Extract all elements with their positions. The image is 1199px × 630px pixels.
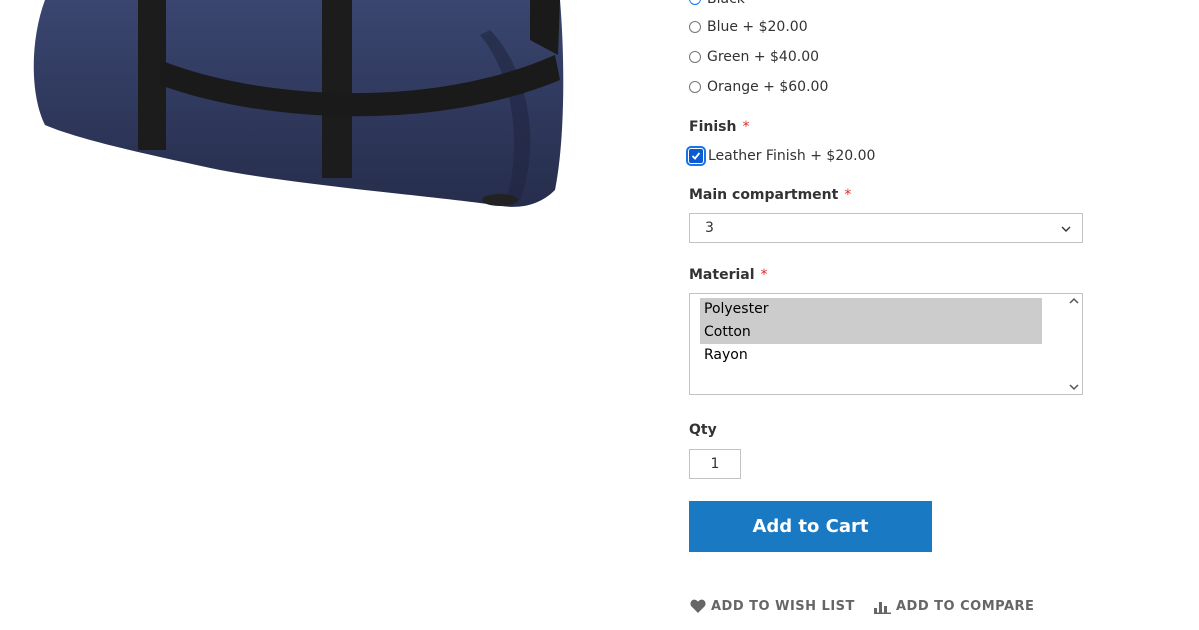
color-option-orange[interactable]: Orange + $60.00 <box>689 78 828 96</box>
radio-button[interactable] <box>689 0 701 5</box>
main-compartment-label-text: Main compartment <box>689 187 839 203</box>
chevron-down-icon <box>1061 226 1071 232</box>
main-compartment-select[interactable]: 3 <box>689 213 1083 243</box>
finish-option-leather[interactable]: Leather Finish + $20.00 <box>686 146 876 166</box>
radio-button[interactable] <box>689 81 701 93</box>
color-option-green[interactable]: Green + $40.00 <box>689 48 819 66</box>
add-to-wishlist-link[interactable]: ADD TO WISH LIST <box>690 599 855 614</box>
material-multiselect[interactable]: Polyester Cotton Rayon <box>689 293 1083 395</box>
required-mark: * <box>844 187 852 203</box>
color-option-label: Orange + $60.00 <box>707 79 829 95</box>
finish-label-text: Finish <box>689 119 737 135</box>
required-mark: * <box>760 267 768 283</box>
color-option-label: Green + $40.00 <box>707 49 820 65</box>
material-label: Material * <box>689 267 768 283</box>
color-option-black[interactable]: Black <box>689 0 745 8</box>
scroll-up-icon[interactable] <box>1069 296 1079 306</box>
radio-button[interactable] <box>689 21 701 33</box>
compare-chart-icon <box>874 601 891 614</box>
checkmark-icon <box>691 152 701 160</box>
material-option-cotton[interactable]: Cotton <box>700 321 1042 344</box>
qty-label: Qty <box>689 422 717 438</box>
compare-label: ADD TO COMPARE <box>896 599 1035 614</box>
finish-label: Finish * <box>689 119 749 135</box>
material-label-text: Material <box>689 267 755 283</box>
main-compartment-label: Main compartment * <box>689 187 851 203</box>
material-scrollbar[interactable] <box>1066 294 1082 394</box>
color-option-blue[interactable]: Blue + $20.00 <box>689 18 808 36</box>
color-option-label: Black <box>707 0 745 8</box>
product-image <box>33 0 564 207</box>
required-mark: * <box>742 119 750 135</box>
scroll-down-icon[interactable] <box>1069 382 1079 392</box>
qty-input[interactable]: 1 <box>689 449 741 479</box>
wishlist-label: ADD TO WISH LIST <box>711 599 855 614</box>
finish-option-label: Leather Finish + $20.00 <box>708 148 876 164</box>
material-option-rayon[interactable]: Rayon <box>700 344 1042 367</box>
leather-finish-checkbox[interactable] <box>686 146 706 166</box>
color-option-label: Blue + $20.00 <box>707 19 808 35</box>
main-compartment-value: 3 <box>705 220 714 236</box>
add-to-compare-link[interactable]: ADD TO COMPARE <box>874 599 1034 614</box>
add-to-cart-label: Add to Cart <box>752 516 869 537</box>
radio-button[interactable] <box>689 51 701 63</box>
heart-icon <box>690 599 706 613</box>
add-to-cart-button[interactable]: Add to Cart <box>689 501 932 552</box>
material-option-polyester[interactable]: Polyester <box>700 298 1042 321</box>
